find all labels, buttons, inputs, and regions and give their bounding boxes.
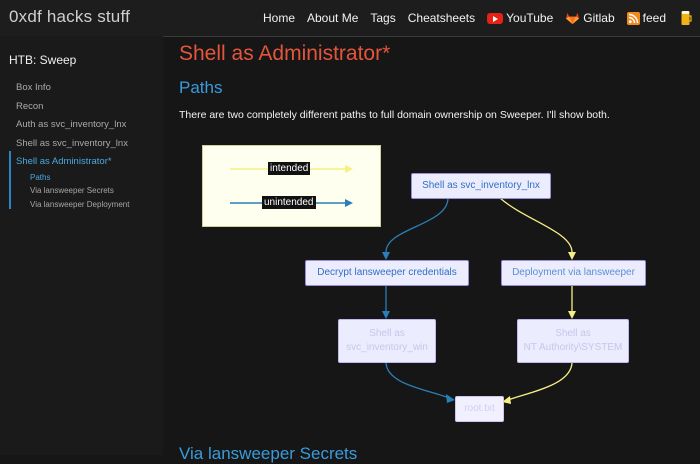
node-shell-svc-inventory-win[interactable]: Shell as svc_inventory_win	[338, 319, 436, 363]
edge-start-deploy-arrowhead	[568, 252, 576, 260]
edge-start-deploy	[499, 197, 573, 253]
node-shellnt-label-2: NT Authority\SYSTEM	[523, 342, 623, 353]
section-heading-secrets: Via lansweeper Secrets	[179, 444, 358, 463]
node-shell-nt-authority-system[interactable]: Shell as NT Authority\SYSTEM	[517, 319, 629, 363]
node-shell-svc-inventory-lnx[interactable]: Shell as svc_inventory_lnx	[411, 173, 551, 199]
edge-deploy-shellnt-arrowhead	[568, 311, 576, 319]
node-decrypt-lansweeper-credentials[interactable]: Decrypt lansweeper credentials	[305, 260, 469, 286]
edge-decrypt-shellwin-arrowhead	[382, 311, 390, 319]
edge-start-decrypt-arrowhead	[382, 252, 390, 260]
node-decrypt-label: Decrypt lansweeper credentials	[317, 267, 457, 278]
node-shellnt-label-1: Shell as	[555, 328, 591, 339]
node-deploy-label: Deployment via lansweeper	[512, 267, 635, 278]
node-start-label: Shell as svc_inventory_lnx	[422, 180, 540, 191]
edge-shellwin-root-arrowhead	[446, 394, 455, 403]
node-root-txt[interactable]: root.txt	[455, 396, 504, 422]
flow-edges	[382, 197, 576, 404]
edge-shellnt-root	[507, 361, 573, 401]
node-shellwin-label-2: svc_inventory_win	[346, 342, 428, 353]
edge-start-decrypt	[385, 197, 449, 253]
node-shellwin-label-1: Shell as	[369, 328, 405, 339]
edge-shellwin-root	[385, 361, 450, 399]
node-root-label: root.txt	[464, 403, 495, 414]
node-deployment-via-lansweeper[interactable]: Deployment via lansweeper	[501, 260, 646, 286]
